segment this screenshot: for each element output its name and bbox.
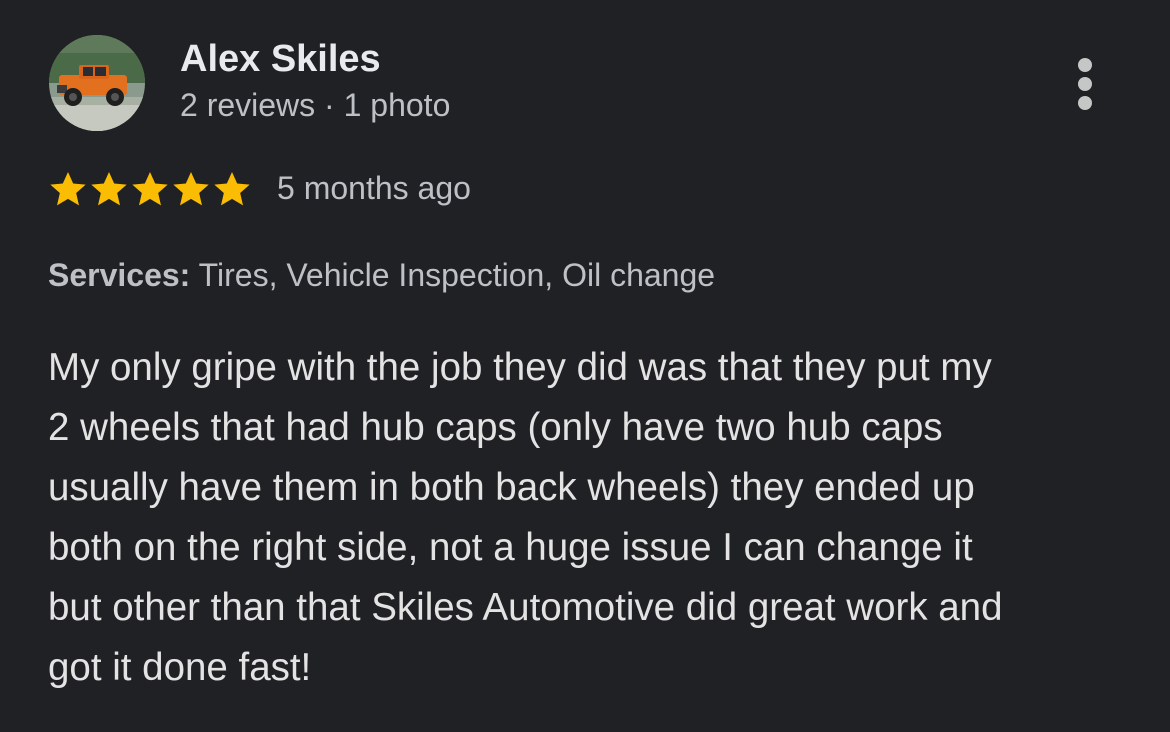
star-icon (173, 172, 209, 206)
services-list: Tires, Vehicle Inspection, Oil change (198, 257, 716, 293)
star-rating (48, 169, 253, 209)
author-name[interactable]: Alex Skiles (180, 38, 381, 81)
star-icon (50, 172, 86, 206)
review-text: My only gripe with the job they did was … (48, 338, 1128, 698)
review-line: 2 wheels that had hub caps (only have tw… (48, 406, 943, 449)
review-line: usually have them in both back wheels) t… (48, 466, 975, 509)
more-options-button[interactable] (1066, 54, 1106, 114)
author-meta: 2 reviews · 1 photo (180, 87, 451, 123)
star-icon (132, 172, 168, 206)
review-date: 5 months ago (277, 170, 471, 206)
star-icon (91, 172, 127, 206)
review-line: both on the right side, not a huge issue… (48, 526, 973, 569)
review-line: but other than that Skiles Automotive di… (48, 586, 1003, 629)
avatar[interactable] (49, 35, 145, 131)
star-icon (214, 172, 250, 206)
avatar-photo (49, 35, 145, 131)
services-label: Services: (48, 257, 191, 293)
review-line: My only gripe with the job they did was … (48, 346, 992, 389)
services-value: Tires, Vehicle Inspection, Oil change (199, 257, 715, 293)
services-line: Services: Tires, Vehicle Inspection, Oil… (48, 257, 715, 294)
review-line: got it done fast! (48, 646, 312, 689)
review-card: Alex Skiles 2 reviews · 1 photo 5 months… (0, 0, 1170, 732)
